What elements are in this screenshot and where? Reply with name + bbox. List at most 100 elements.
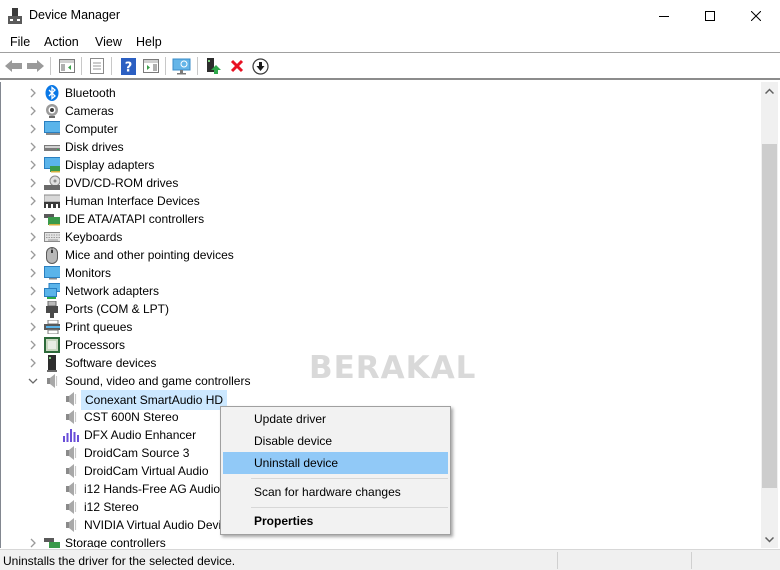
disable-device-button[interactable] bbox=[250, 56, 270, 76]
expand-toggle[interactable] bbox=[28, 336, 38, 354]
expand-toggle[interactable] bbox=[28, 282, 38, 300]
tree-category[interactable]: Bluetooth bbox=[1, 84, 761, 102]
scroll-thumb[interactable] bbox=[762, 144, 777, 488]
tree-category[interactable]: Display adapters bbox=[1, 156, 761, 174]
expand-toggle[interactable] bbox=[28, 192, 38, 210]
tree-category[interactable]: IDE ATA/ATAPI controllers bbox=[1, 210, 761, 228]
tree-item-label[interactable]: Software devices bbox=[62, 354, 159, 372]
tree-category[interactable]: Cameras bbox=[1, 102, 761, 120]
minimize-button[interactable] bbox=[641, 0, 687, 31]
back-button[interactable] bbox=[4, 56, 24, 76]
show-hide-console-tree-button[interactable] bbox=[57, 56, 77, 76]
tree-item-label[interactable]: DVD/CD-ROM drives bbox=[62, 174, 181, 192]
scroll-down-button[interactable] bbox=[761, 531, 778, 548]
toolbar: ? bbox=[0, 53, 780, 80]
toolbar-separator bbox=[81, 57, 82, 75]
tree-category[interactable]: Network adapters bbox=[1, 282, 761, 300]
tree-category[interactable]: Print queues bbox=[1, 318, 761, 336]
chevron-right-icon bbox=[30, 358, 36, 368]
storage-controller-icon bbox=[44, 535, 60, 548]
menu-help[interactable]: Help bbox=[136, 35, 162, 49]
tree-category[interactable]: Processors bbox=[1, 336, 761, 354]
expand-toggle[interactable] bbox=[28, 354, 38, 372]
tree-category[interactable]: Computer bbox=[1, 120, 761, 138]
tree-category[interactable]: Ports (COM & LPT) bbox=[1, 300, 761, 318]
menu-item-update-driver[interactable]: Update driver bbox=[223, 408, 448, 430]
update-driver-icon bbox=[207, 57, 221, 74]
scan-hardware-button[interactable] bbox=[172, 56, 192, 76]
tree-item-label[interactable]: Keyboards bbox=[62, 228, 125, 246]
close-button[interactable] bbox=[733, 0, 779, 31]
tree-item-label[interactable]: Display adapters bbox=[62, 156, 157, 174]
tree-item-label[interactable]: Conexant SmartAudio HD bbox=[81, 390, 228, 410]
tree-category[interactable]: Human Interface Devices bbox=[1, 192, 761, 210]
vertical-scrollbar[interactable] bbox=[761, 82, 778, 548]
chevron-right-icon bbox=[30, 142, 36, 152]
tree-item-label[interactable]: Network adapters bbox=[62, 282, 162, 300]
tree-item-label[interactable]: Human Interface Devices bbox=[62, 192, 203, 210]
tree-category[interactable]: Disk drives bbox=[1, 138, 761, 156]
menu-item-scan-hardware[interactable]: Scan for hardware changes bbox=[223, 481, 448, 503]
tree-item-label[interactable]: Disk drives bbox=[62, 138, 127, 156]
tree-item-label[interactable]: Ports (COM & LPT) bbox=[62, 300, 172, 318]
tree-category[interactable]: Software devices bbox=[1, 354, 761, 372]
menu-file[interactable]: File bbox=[10, 35, 30, 49]
collapse-toggle[interactable] bbox=[28, 372, 38, 390]
tree-item-label[interactable]: Cameras bbox=[62, 102, 117, 120]
speaker-icon bbox=[63, 517, 79, 533]
expand-toggle[interactable] bbox=[28, 174, 38, 192]
expand-toggle[interactable] bbox=[28, 534, 38, 548]
maximize-button[interactable] bbox=[687, 0, 733, 31]
scroll-up-button[interactable] bbox=[761, 82, 778, 99]
tree-item-label[interactable]: IDE ATA/ATAPI controllers bbox=[62, 210, 207, 228]
tree-category[interactable]: DVD/CD-ROM drives bbox=[1, 174, 761, 192]
expand-toggle[interactable] bbox=[28, 210, 38, 228]
tree-item-label[interactable]: Monitors bbox=[62, 264, 114, 282]
expand-toggle[interactable] bbox=[28, 264, 38, 282]
forward-button[interactable] bbox=[26, 56, 46, 76]
tree-item-label[interactable]: DroidCam Source 3 bbox=[81, 444, 192, 462]
expand-toggle[interactable] bbox=[28, 102, 38, 120]
title-bar: Device Manager bbox=[0, 0, 780, 31]
expand-toggle[interactable] bbox=[28, 300, 38, 318]
tree-item-label[interactable]: NVIDIA Virtual Audio Device bbox=[81, 516, 237, 534]
status-text: Uninstalls the driver for the selected d… bbox=[3, 554, 236, 568]
tree-category[interactable]: Storage controllers bbox=[1, 534, 761, 548]
menu-action[interactable]: Action bbox=[44, 35, 79, 49]
tree-item-label[interactable]: i12 Stereo bbox=[81, 498, 142, 516]
tree-item-label[interactable]: CST 600N Stereo bbox=[81, 408, 182, 426]
show-hide-action-pane-button[interactable] bbox=[141, 56, 161, 76]
tree-item-label[interactable]: Computer bbox=[62, 120, 121, 138]
expand-toggle[interactable] bbox=[28, 318, 38, 336]
expand-toggle[interactable] bbox=[28, 228, 38, 246]
tree-item-label[interactable]: Print queues bbox=[62, 318, 135, 336]
menu-item-uninstall-device[interactable]: Uninstall device bbox=[223, 452, 448, 474]
tree-item-label[interactable]: i12 Hands-Free AG Audio bbox=[81, 480, 223, 498]
tree-item-label[interactable]: Sound, video and game controllers bbox=[62, 372, 253, 390]
uninstall-device-button[interactable] bbox=[227, 56, 247, 76]
tree-category[interactable]: Sound, video and game controllers bbox=[1, 372, 761, 390]
menu-separator bbox=[251, 507, 448, 508]
help-button[interactable]: ? bbox=[118, 56, 138, 76]
tree-category[interactable]: Monitors bbox=[1, 264, 761, 282]
svg-text:?: ? bbox=[124, 60, 132, 75]
expand-toggle[interactable] bbox=[28, 156, 38, 174]
expand-toggle[interactable] bbox=[28, 138, 38, 156]
expand-toggle[interactable] bbox=[28, 120, 38, 138]
tree-item-label[interactable]: Bluetooth bbox=[62, 84, 119, 102]
menu-item-properties[interactable]: Properties bbox=[223, 510, 448, 532]
expand-toggle[interactable] bbox=[28, 246, 38, 264]
tree-item-label[interactable]: Mice and other pointing devices bbox=[62, 246, 237, 264]
menu-view[interactable]: View bbox=[95, 35, 122, 49]
update-driver-button[interactable] bbox=[204, 56, 224, 76]
tree-category[interactable]: Mice and other pointing devices bbox=[1, 246, 761, 264]
tree-category[interactable]: Keyboards bbox=[1, 228, 761, 246]
properties-button[interactable] bbox=[87, 56, 107, 76]
menu-item-disable-device[interactable]: Disable device bbox=[223, 430, 448, 452]
tree-item-label[interactable]: Storage controllers bbox=[62, 534, 169, 548]
tree-item-label[interactable]: DroidCam Virtual Audio bbox=[81, 462, 212, 480]
chevron-right-icon bbox=[30, 250, 36, 260]
tree-item-label[interactable]: DFX Audio Enhancer bbox=[81, 426, 199, 444]
tree-item-label[interactable]: Processors bbox=[62, 336, 128, 354]
expand-toggle[interactable] bbox=[28, 84, 38, 102]
